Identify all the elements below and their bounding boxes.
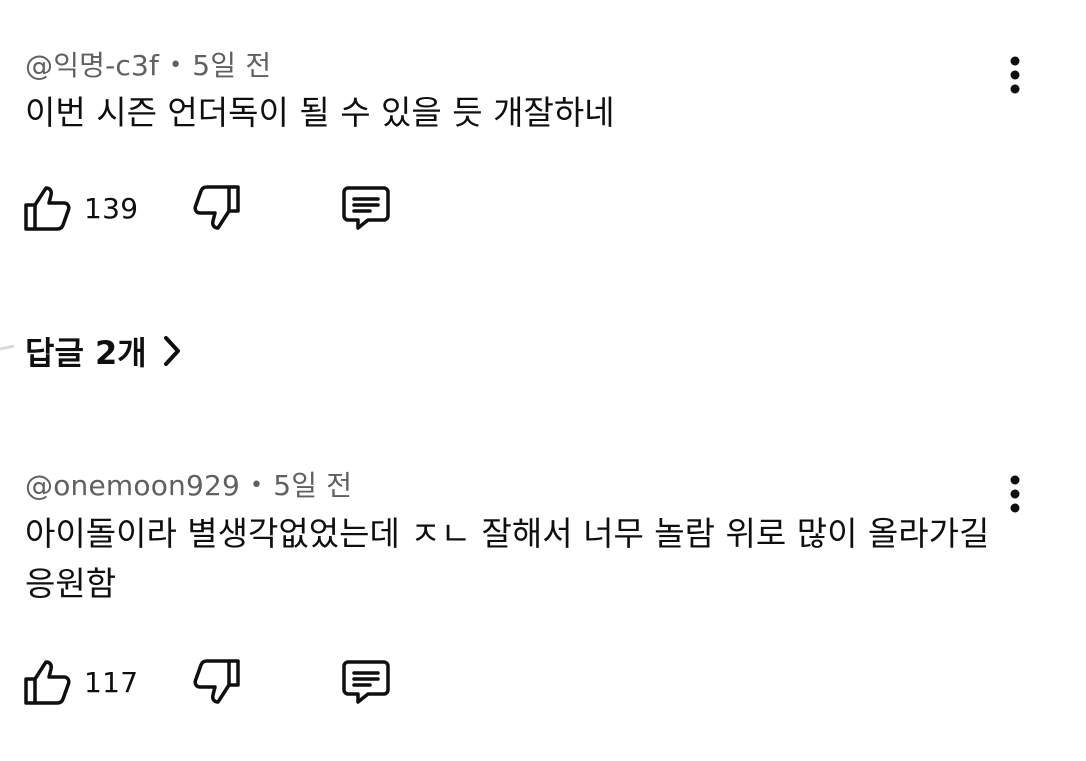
comment-time: 5일 전 [273, 469, 353, 502]
comment-meta: @onemoon929 • 5일 전 [25, 464, 352, 504]
view-replies-button[interactable]: 답글 2개 [25, 327, 183, 375]
dislike-button[interactable] [192, 654, 242, 710]
comment-time: 5일 전 [192, 49, 272, 82]
chevron-right-icon [163, 336, 180, 366]
more-vert-icon [1010, 56, 1020, 94]
separator-dot: • [250, 473, 264, 498]
more-vert-icon [1010, 475, 1020, 513]
thread-line [0, 344, 15, 351]
replies-label: 답글 2개 [25, 334, 147, 372]
reply-button[interactable] [340, 180, 392, 236]
comment-text: 아이돌이라 별생각없었는데 ㅈㄴ 잘해서 너무 놀람 위로 많이 올라가길 응원… [25, 514, 990, 603]
comment-actions: 117 [22, 654, 422, 710]
comment-text: 이번 시즌 언더독이 될 수 있을 듯 개잘하네 [25, 93, 615, 132]
like-button[interactable]: 139 [22, 180, 138, 236]
thumb-down-icon [193, 185, 240, 230]
comment-author[interactable]: @익명-c3f [25, 49, 159, 82]
like-count: 139 [84, 191, 139, 225]
thumb-down-icon [193, 659, 240, 704]
comment-meta: @익명-c3f • 5일 전 [25, 44, 271, 84]
comment-author[interactable]: @onemoon929 [25, 469, 240, 502]
more-options-button[interactable] [996, 465, 1034, 523]
comment-actions: 139 [22, 180, 422, 236]
more-options-button[interactable] [996, 46, 1034, 104]
like-count: 117 [84, 665, 139, 699]
separator-dot: • [169, 53, 183, 78]
comment-icon [342, 186, 390, 230]
like-button[interactable]: 117 [22, 654, 138, 710]
comment-icon [342, 660, 390, 704]
dislike-button[interactable] [192, 180, 242, 236]
thumb-up-icon [24, 660, 71, 705]
thumb-up-icon [24, 186, 71, 231]
reply-button[interactable] [340, 654, 392, 710]
